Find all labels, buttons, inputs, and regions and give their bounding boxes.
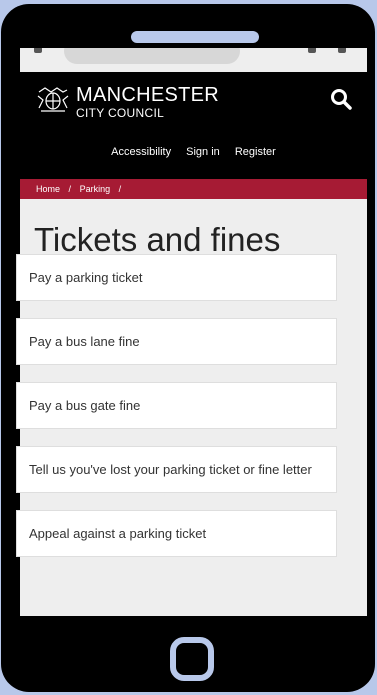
card-lost-ticket[interactable]: Tell us you've lost your parking ticket … bbox=[16, 446, 337, 493]
browser-status-bar bbox=[20, 48, 367, 72]
breadcrumb-parking[interactable]: Parking bbox=[80, 184, 111, 194]
card-pay-parking-ticket[interactable]: Pay a parking ticket bbox=[16, 254, 337, 301]
header-nav: Accessibility Sign in Register bbox=[20, 146, 367, 158]
breadcrumb-separator: / bbox=[118, 184, 122, 194]
card-appeal-parking-ticket[interactable]: Appeal against a parking ticket bbox=[16, 510, 337, 557]
phone-frame: MANCHESTER CITY COUNCIL Accessibility Si… bbox=[1, 4, 375, 692]
council-crest-icon[interactable] bbox=[35, 86, 71, 114]
status-icon bbox=[308, 48, 316, 53]
search-icon[interactable] bbox=[329, 87, 353, 111]
register-link[interactable]: Register bbox=[235, 146, 276, 158]
breadcrumb: Home / Parking / bbox=[20, 179, 367, 199]
link-card-list: Pay a parking ticket Pay a bus lane fine… bbox=[16, 254, 337, 574]
card-pay-bus-lane-fine[interactable]: Pay a bus lane fine bbox=[16, 318, 337, 365]
status-icon bbox=[338, 48, 346, 53]
status-icon bbox=[34, 48, 42, 53]
breadcrumb-home[interactable]: Home bbox=[36, 184, 60, 194]
phone-home-button[interactable] bbox=[170, 637, 214, 681]
url-bar[interactable] bbox=[64, 48, 240, 64]
phone-speaker bbox=[131, 31, 259, 43]
card-pay-bus-gate-fine[interactable]: Pay a bus gate fine bbox=[16, 382, 337, 429]
brand-subtitle[interactable]: CITY COUNCIL bbox=[76, 106, 164, 120]
accessibility-link[interactable]: Accessibility bbox=[111, 146, 171, 158]
breadcrumb-separator: / bbox=[68, 184, 72, 194]
brand-name[interactable]: MANCHESTER bbox=[76, 84, 219, 107]
sign-in-link[interactable]: Sign in bbox=[186, 146, 220, 158]
site-header: MANCHESTER CITY COUNCIL Accessibility Si… bbox=[20, 72, 367, 179]
